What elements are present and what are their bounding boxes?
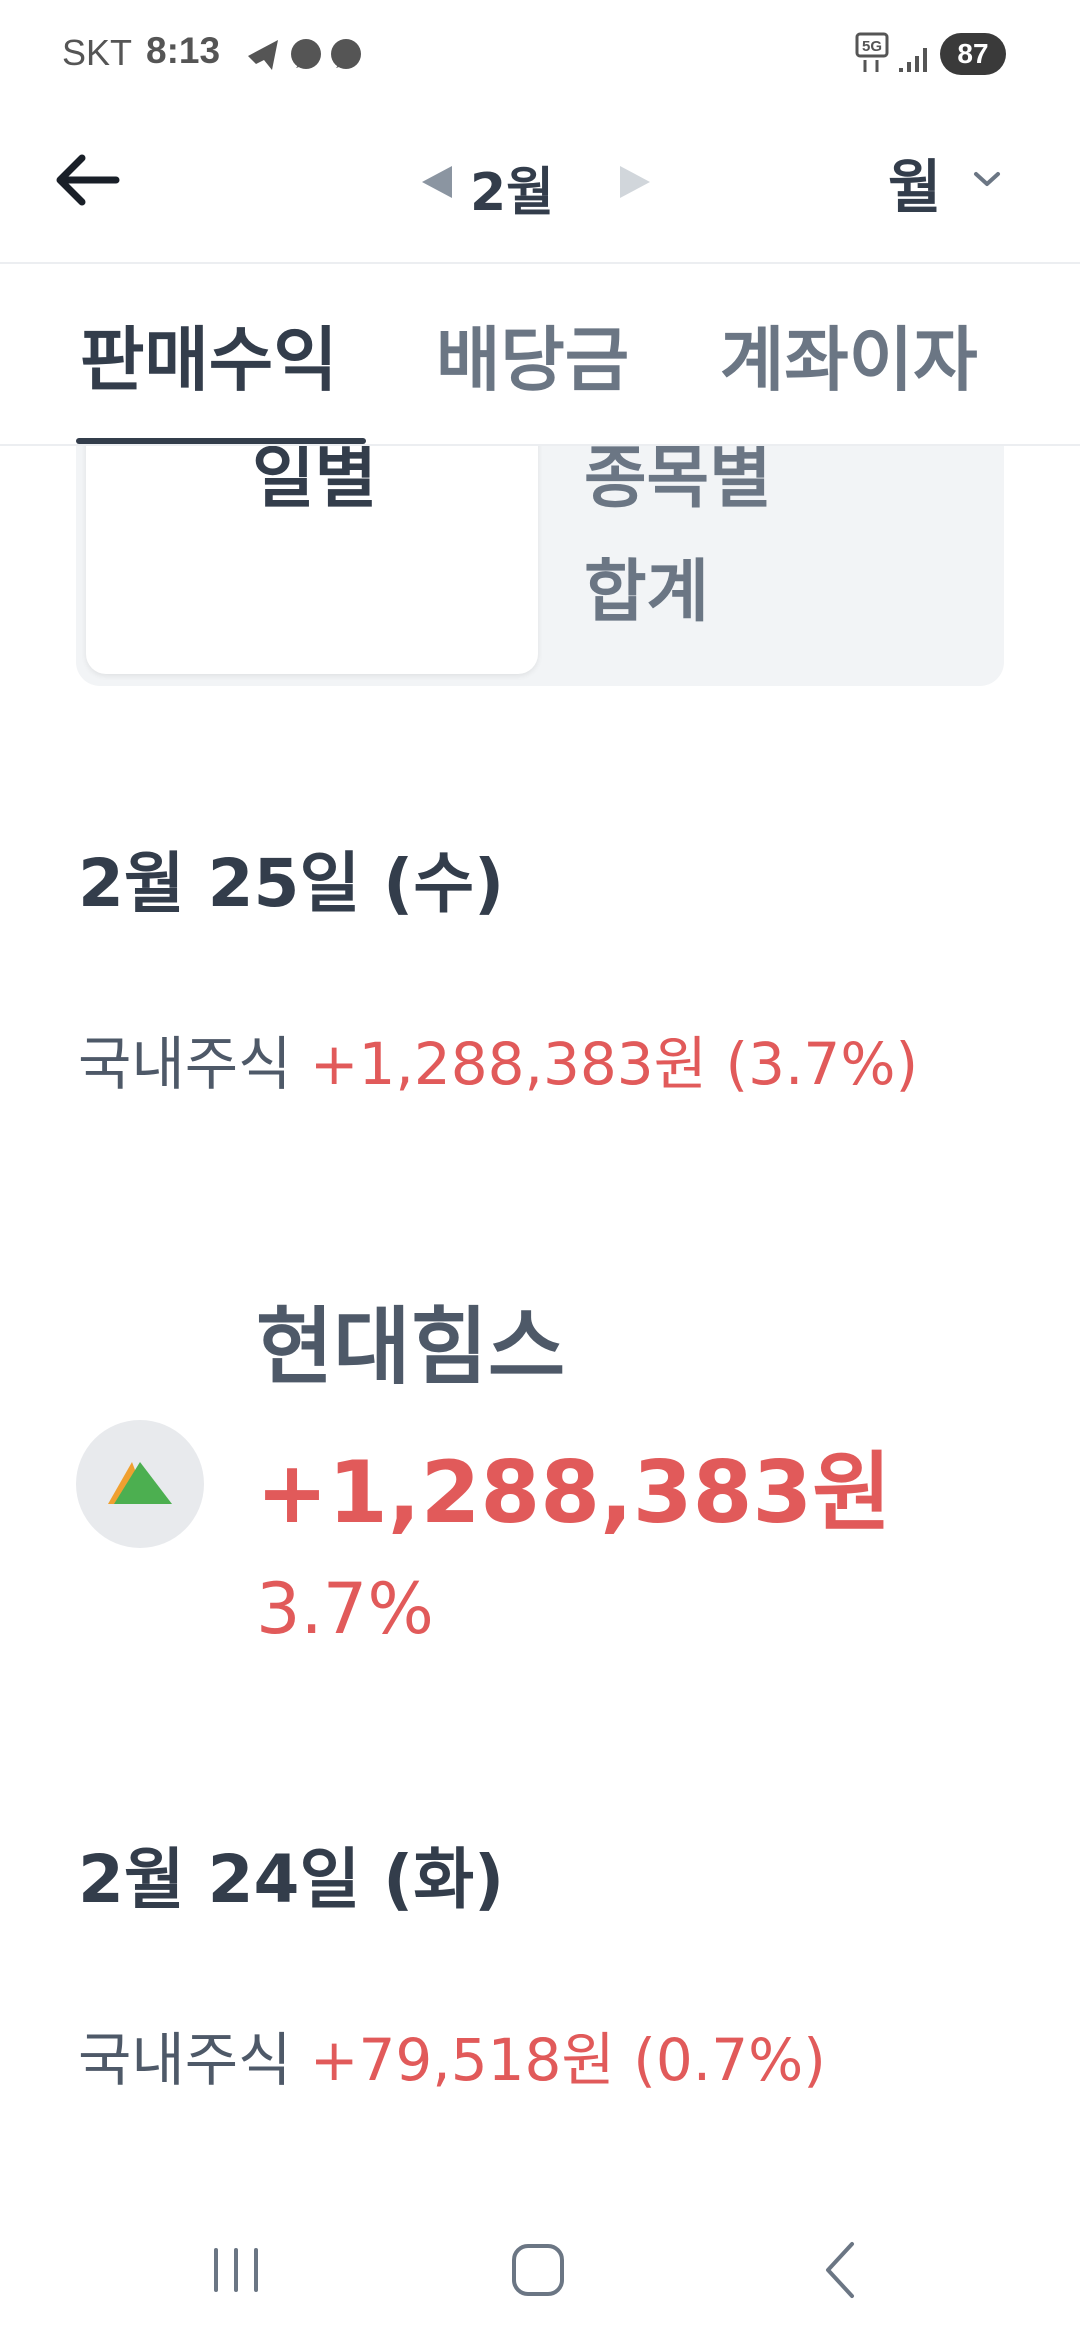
domestic-stock-summary: 국내주식 +79,518원 (0.7%): [78, 2006, 978, 2114]
stock-item[interactable]: 현대힘스 +1,288,383원 3.7%: [76, 1280, 1004, 1660]
chevron-left-icon: [826, 2242, 854, 2298]
prev-month-button[interactable]: [418, 162, 454, 202]
tab-sales-profit[interactable]: 판매수익: [80, 304, 338, 405]
profit-amount: +1,288,383원 (3.7%): [309, 1030, 919, 1098]
tab-bar: 판매수익 배당금 계좌이자: [0, 264, 1080, 446]
period-dropdown[interactable]: 월: [880, 134, 1040, 224]
active-tab-indicator: [76, 438, 366, 444]
home-icon: [512, 2244, 564, 2296]
stock-profit: +1,288,383원: [256, 1443, 892, 1543]
app-header: 2월 월: [0, 110, 1080, 264]
arrow-left-icon: [56, 154, 120, 206]
month-navigator: 2월: [418, 140, 658, 223]
day-header: 2월 24일 (화): [78, 1841, 505, 1918]
triangle-left-icon: [422, 166, 452, 198]
period-label: 월: [888, 153, 942, 221]
triangle-logo-icon: [108, 1462, 172, 1504]
clock: 8:13: [146, 30, 221, 71]
battery-indicator: 87: [940, 33, 1006, 75]
chevron-down-icon: [974, 172, 1000, 186]
stock-logo: [76, 1420, 204, 1548]
day-header: 2월 25일 (수): [78, 845, 505, 922]
system-back-button[interactable]: [800, 2230, 880, 2310]
recent-apps-icon: [214, 2248, 258, 2292]
carrier-label: SKT: [62, 32, 133, 73]
stock-name: 현대힘스: [256, 1298, 566, 1396]
svg-text:5G: 5G: [862, 38, 882, 55]
home-button[interactable]: [498, 2230, 578, 2310]
back-button[interactable]: [52, 140, 132, 220]
category-label: 국내주식: [78, 1030, 292, 1098]
month-label: 2월: [470, 163, 555, 223]
tab-account-interest[interactable]: 계좌이자: [720, 304, 978, 405]
tab-dividend[interactable]: 배당금: [436, 304, 629, 405]
status-bar: SKT 8:13 5G 87: [0, 0, 1080, 110]
system-nav-bar: [0, 2200, 1080, 2340]
domestic-stock-summary: 국내주식 +1,288,383원 (3.7%): [78, 1010, 978, 1118]
segment-by-stock-label-2: 합계: [584, 553, 710, 632]
profit-amount: +79,518원 (0.7%): [309, 2026, 826, 2094]
recent-apps-button[interactable]: [196, 2230, 276, 2310]
triangle-right-icon: [620, 166, 650, 198]
signal-icon: 5G: [855, 32, 927, 72]
notification-icons: [248, 39, 361, 70]
next-month-button[interactable]: [618, 162, 654, 202]
segment-by-stock[interactable]: 종목별 합계: [584, 422, 884, 650]
stock-profit-rate: 3.7%: [256, 1568, 434, 1650]
category-label: 국내주식: [78, 2026, 292, 2094]
